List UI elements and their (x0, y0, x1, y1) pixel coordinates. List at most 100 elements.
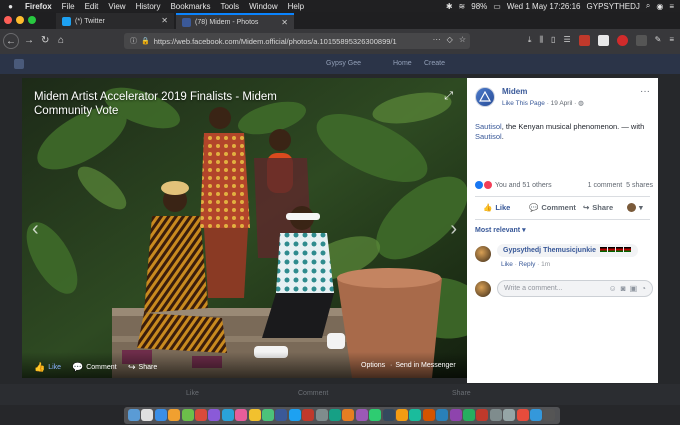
photo-options-button[interactable]: Options (361, 362, 385, 369)
caption-with-link[interactable]: Sautisol (475, 132, 502, 141)
post-as-selector[interactable]: ▾ (627, 203, 643, 212)
menu-history[interactable]: History (136, 2, 161, 11)
dock-app-icon[interactable] (530, 409, 542, 421)
dock-app-icon[interactable] (275, 409, 288, 421)
dock-app-icon[interactable] (543, 409, 556, 421)
bookmark-star-icon[interactable]: ☆ (459, 35, 466, 44)
more-options-icon[interactable]: ··· (640, 86, 650, 97)
menu-window[interactable]: Window (249, 2, 277, 11)
download-icon[interactable]: ⤓ (528, 35, 532, 46)
like-this-page-link[interactable]: Like This Page (502, 100, 545, 107)
fullscreen-icon[interactable]: ⤢ (444, 90, 453, 103)
menu-hamburger-icon[interactable]: ≡ (669, 35, 674, 46)
siri-icon[interactable]: ◉ (656, 2, 663, 11)
fb-home-link[interactable]: Home (393, 60, 412, 67)
fb-profile-link[interactable]: Gypsy Gee (326, 60, 361, 67)
dock-app-icon[interactable] (503, 409, 516, 421)
battery-icon[interactable]: ▭ (493, 2, 501, 11)
info-icon[interactable]: ⓘ (130, 36, 137, 46)
library-icon[interactable]: ⫼ (539, 35, 543, 46)
dock-app-icon[interactable] (463, 409, 475, 421)
caption-tag-link[interactable]: Sautisol (475, 122, 502, 131)
comment-reply-link[interactable]: Reply (519, 261, 536, 268)
shares-count-link[interactable]: 5 shares (626, 182, 653, 189)
dock-app-icon[interactable] (449, 409, 462, 421)
photo-comment-button[interactable]: 💬 Comment (72, 362, 117, 373)
dock-app-icon[interactable] (516, 409, 529, 421)
reactions-link[interactable]: You and 51 others (475, 181, 552, 189)
commenter-avatar[interactable] (475, 246, 491, 262)
bluetooth-icon[interactable]: ✱ (446, 2, 453, 11)
tab-midem-photos[interactable]: (78) Midem - Photos ✕ (176, 13, 294, 29)
facebook-logo-icon[interactable] (14, 59, 24, 69)
wifi-icon[interactable]: ≋ (459, 2, 466, 11)
menu-app-firefox[interactable]: Firefox (25, 2, 52, 11)
dock-app-icon[interactable] (154, 409, 167, 421)
menu-view[interactable]: View (108, 2, 125, 11)
dock-app-icon[interactable] (208, 409, 221, 421)
comment-input[interactable]: Write a comment... ☺ ◙ ▣ ◔ (497, 280, 653, 297)
home-button[interactable]: ⌂ (58, 35, 64, 46)
forward-button[interactable]: → (24, 35, 34, 46)
url-bar[interactable]: ⓘ 🔒 https://web.facebook.com/Midem.offic… (124, 33, 470, 49)
like-button[interactable]: 👍 Like (483, 203, 510, 212)
dock-app-icon[interactable] (342, 409, 355, 421)
dock-app-icon[interactable] (235, 409, 248, 421)
user-name[interactable]: GYPSYTHEDJ (587, 2, 640, 11)
clock[interactable]: Wed 1 May 17:26:16 (507, 2, 581, 11)
menu-file[interactable]: File (62, 2, 75, 11)
comment-button[interactable]: 💬 Comment (529, 203, 576, 212)
comments-count-link[interactable]: 1 comment (588, 182, 623, 189)
page-name[interactable]: Midem (502, 87, 527, 96)
next-photo-icon[interactable]: › (450, 218, 457, 241)
fb-create-link[interactable]: Create (424, 60, 445, 67)
dock-app-icon[interactable] (369, 409, 382, 421)
menu-bookmarks[interactable]: Bookmarks (170, 2, 210, 11)
dock-app-icon[interactable] (382, 409, 395, 421)
dock-app-icon[interactable] (489, 409, 502, 421)
dock-app-icon[interactable] (436, 409, 449, 421)
lock-icon[interactable]: 🔒 (141, 37, 150, 45)
battery-percent[interactable]: 98% (471, 2, 487, 11)
emoji-icon[interactable]: ☺ (609, 284, 617, 293)
close-tab-icon[interactable]: ✕ (281, 18, 288, 27)
send-in-messenger-button[interactable]: · Send in Messenger (390, 362, 456, 369)
extension-shield-icon[interactable] (597, 35, 609, 46)
page-avatar[interactable] (475, 87, 495, 107)
back-button[interactable]: ← (3, 33, 19, 49)
dock-app-icon[interactable] (141, 409, 154, 421)
dock-app-icon[interactable] (168, 409, 181, 421)
share-button[interactable]: ↪ Share (583, 203, 613, 212)
close-tab-icon[interactable]: ✕ (161, 16, 168, 25)
extension-pinterest-icon[interactable] (616, 35, 628, 46)
dock-app-icon[interactable] (396, 409, 408, 421)
dock-app-icon[interactable] (248, 409, 261, 421)
dock-app-icon[interactable] (288, 409, 301, 421)
comment-like-link[interactable]: Like (501, 261, 513, 268)
menu-help[interactable]: Help (288, 2, 304, 11)
reader-icon[interactable]: ☰ (563, 35, 570, 46)
pocket-icon[interactable]: ◇ (447, 35, 453, 44)
commenter-name[interactable]: Gypsythedj Themusicjunkie (503, 247, 596, 254)
close-window-button[interactable] (4, 16, 12, 24)
dock-app-icon[interactable] (355, 409, 368, 421)
dock-app-icon[interactable] (221, 409, 234, 421)
sticker-icon[interactable]: ◔ (641, 284, 646, 293)
dock-app-icon[interactable] (329, 409, 341, 421)
dock-app-icon[interactable] (315, 409, 328, 421)
photo-like-button[interactable]: 👍 Like (34, 362, 61, 373)
dock-app-icon[interactable] (195, 409, 207, 421)
reload-button[interactable]: ↻ (41, 35, 49, 46)
dock-app-icon[interactable] (128, 409, 140, 421)
dock-app-icon[interactable] (409, 409, 422, 421)
dock-app-icon[interactable] (302, 409, 315, 421)
notification-center-icon[interactable]: ≡ (669, 2, 674, 11)
comment-time[interactable]: 1m (541, 261, 550, 268)
camera-icon[interactable]: ◙ (621, 284, 626, 293)
dock-app-icon[interactable] (181, 409, 194, 421)
extension-pen-icon[interactable]: ✎ (655, 35, 662, 46)
apple-icon[interactable]: ● (6, 2, 15, 11)
page-actions-icon[interactable]: ··· (433, 35, 441, 44)
dock-app-icon[interactable] (262, 409, 274, 421)
post-photo[interactable]: Midem Artist Accelerator 2019 Finalists … (22, 78, 467, 378)
